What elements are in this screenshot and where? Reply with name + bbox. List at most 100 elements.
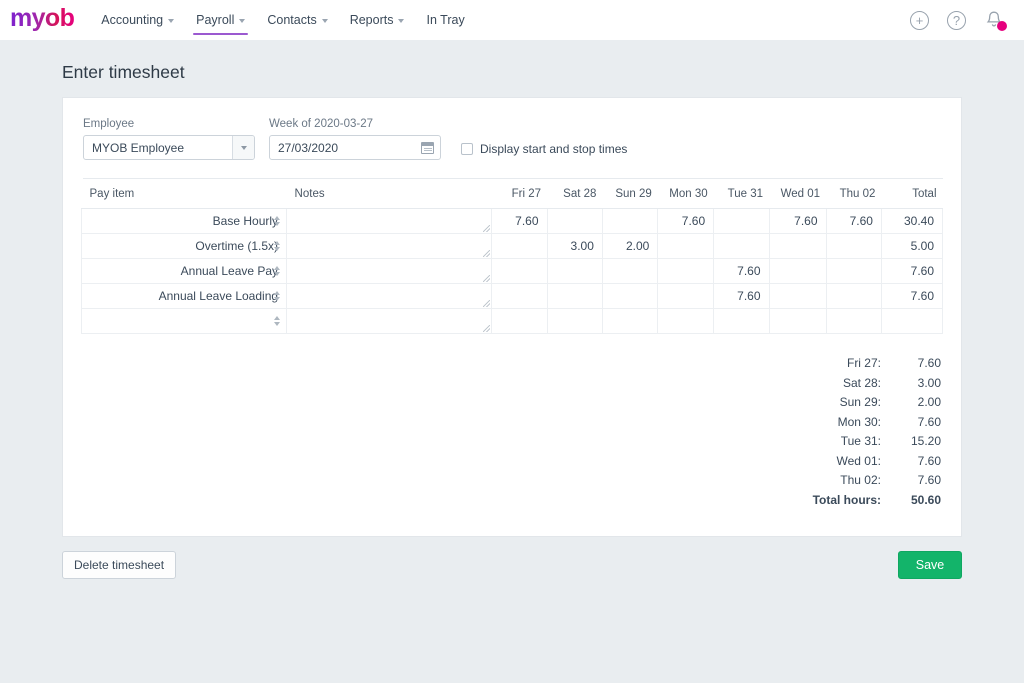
pay-item-cell[interactable]: Overtime (1.5x) — [80, 233, 288, 259]
pay-item-cell[interactable]: Annual Leave Pay — [80, 258, 288, 284]
nav-item-label: Accounting — [101, 13, 164, 27]
row-total-cell: 7.60 — [880, 283, 944, 309]
hours-cell-tue-31[interactable]: 7.60 — [713, 283, 770, 309]
hours-cell-mon-30[interactable] — [657, 258, 715, 284]
pay-item-stepper-icon[interactable] — [274, 291, 281, 301]
pay-item-cell[interactable]: Base Hourly — [80, 208, 288, 234]
total-label: Sat 28: — [842, 375, 881, 390]
hours-cell-sat-28[interactable] — [546, 308, 603, 334]
hours-cell-tue-31[interactable] — [713, 208, 770, 234]
employee-select[interactable]: MYOB Employee — [83, 135, 255, 160]
hours-cell-wed-01[interactable] — [768, 283, 827, 309]
pay-item-stepper-icon[interactable] — [274, 241, 281, 251]
hours-cell-fri-27[interactable]: 7.60 — [491, 208, 548, 234]
nav-item-label: Payroll — [196, 13, 235, 27]
notifications-bell-icon[interactable] — [984, 9, 1007, 31]
table-row: Base Hourly 7.60 7.60 7.60 7.60 30.40 — [80, 208, 944, 234]
hours-cell-sun-29[interactable]: 2.00 — [601, 233, 659, 259]
nav-item-reports[interactable]: Reports — [339, 0, 416, 40]
delete-timesheet-button[interactable]: Delete timesheet — [62, 551, 177, 579]
hours-cell-thu-02[interactable] — [825, 308, 882, 334]
resize-grip-icon[interactable] — [483, 300, 491, 307]
total-value: 7.60 — [917, 356, 941, 370]
nav-item-payroll[interactable]: Payroll — [185, 0, 256, 40]
hours-cell-fri-27[interactable] — [491, 258, 548, 284]
pay-item-cell[interactable]: Annual Leave Loading — [80, 283, 288, 309]
total-row-tue-31: Tue 31: 15.20 — [81, 432, 941, 452]
notes-cell[interactable] — [286, 283, 493, 309]
hours-cell-wed-01[interactable]: 7.60 — [768, 208, 827, 234]
hours-cell-sat-28[interactable]: 3.00 — [546, 233, 603, 259]
hours-cell-sat-28[interactable] — [546, 283, 603, 309]
nav-item-accounting[interactable]: Accounting — [90, 0, 185, 40]
hours-cell-sun-29[interactable] — [601, 208, 659, 234]
hours-cell-tue-31[interactable] — [713, 308, 770, 334]
hours-cell-thu-02[interactable] — [825, 283, 882, 309]
week-date-input[interactable]: 27/03/2020 — [269, 135, 441, 160]
notes-cell[interactable] — [286, 258, 493, 284]
notes-cell[interactable] — [286, 208, 493, 234]
resize-grip-icon[interactable] — [483, 275, 491, 282]
pay-item-value: Base Hourly — [212, 214, 279, 228]
total-value: 7.60 — [917, 473, 941, 487]
save-button[interactable]: Save — [898, 551, 962, 579]
hours-cell-wed-01[interactable] — [768, 233, 827, 259]
total-value: 7.60 — [917, 453, 941, 468]
display-times-checkbox[interactable] — [461, 143, 473, 155]
resize-grip-icon[interactable] — [483, 325, 491, 332]
column-header-tue-31: Tue 31 — [713, 179, 770, 209]
pay-item-stepper-icon[interactable] — [274, 316, 281, 326]
pay-item-stepper-icon[interactable] — [274, 216, 281, 226]
hours-cell-sun-29[interactable] — [601, 258, 659, 284]
total-label: Fri 27: — [846, 356, 881, 370]
nav-item-label: In Tray — [426, 13, 465, 27]
hours-cell-fri-27[interactable] — [491, 233, 548, 259]
hours-cell-wed-01[interactable] — [768, 308, 827, 334]
pay-item-cell[interactable] — [80, 308, 288, 334]
hours-cell-mon-30[interactable] — [657, 308, 715, 334]
resize-grip-icon[interactable] — [483, 250, 491, 257]
hours-cell-mon-30[interactable]: 7.60 — [657, 208, 715, 234]
table-row: Overtime (1.5x) 3.00 2.00 5.00 — [80, 233, 944, 259]
notes-cell[interactable] — [286, 233, 493, 259]
column-header-total: Total — [881, 179, 943, 209]
hours-cell-wed-01[interactable] — [768, 258, 827, 284]
chevron-down-icon — [240, 145, 247, 150]
hours-cell-sat-28[interactable] — [546, 208, 603, 234]
employee-select-value: MYOB Employee — [92, 140, 185, 155]
display-times-checkbox-row[interactable]: Display start and stop times — [461, 142, 627, 160]
hours-cell-mon-30[interactable] — [657, 283, 715, 309]
hours-cell-mon-30[interactable] — [657, 233, 715, 259]
hours-cell-fri-27[interactable] — [491, 308, 548, 334]
hours-cell-fri-27[interactable] — [491, 283, 548, 309]
timesheet-table-body: Base Hourly 7.60 7.60 7.60 7.60 30.40 Ov… — [80, 208, 944, 334]
table-row: Annual Leave Pay 7.60 7.60 — [80, 258, 944, 284]
hours-cell-sun-29[interactable] — [601, 283, 659, 309]
employee-select-toggle[interactable] — [232, 136, 254, 159]
hours-cell-tue-31[interactable]: 7.60 — [713, 258, 770, 284]
hours-cell-sat-28[interactable] — [546, 258, 603, 284]
total-row-sat-28: Sat 28: 3.00 — [81, 374, 941, 394]
total-row-wed-01: Wed 01: 7.60 — [81, 452, 941, 472]
total-label: Wed 01: — [836, 453, 881, 468]
nav-item-contacts[interactable]: Contacts — [256, 0, 338, 40]
add-circle-icon[interactable]: + — [910, 10, 929, 30]
total-label: Sun 29: — [839, 395, 881, 409]
hours-cell-thu-02[interactable] — [825, 233, 882, 259]
help-circle-icon[interactable]: ? — [947, 10, 966, 30]
table-header-row: Pay item Notes Fri 27 Sat 28 Sun 29 Mon … — [81, 179, 943, 209]
employee-label: Employee — [83, 118, 135, 130]
notes-cell[interactable] — [286, 308, 493, 334]
column-header-sun-29: Sun 29 — [602, 179, 658, 209]
myob-logo[interactable]: myob — [10, 6, 75, 34]
hours-cell-thu-02[interactable]: 7.60 — [825, 208, 882, 234]
calendar-icon[interactable] — [421, 141, 434, 154]
hours-cell-sun-29[interactable] — [601, 308, 659, 334]
pay-item-stepper-icon[interactable] — [274, 266, 281, 276]
nav-item-in-tray[interactable]: In Tray — [415, 0, 475, 40]
hours-cell-thu-02[interactable] — [825, 258, 882, 284]
row-total-cell: 7.60 — [880, 258, 944, 284]
hours-cell-tue-31[interactable] — [713, 233, 770, 259]
resize-grip-icon[interactable] — [483, 225, 491, 232]
chevron-down-icon — [239, 19, 246, 23]
